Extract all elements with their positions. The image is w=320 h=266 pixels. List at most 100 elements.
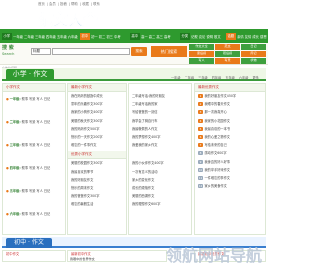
list-item[interactable]: 美丽的秋天作文300字 — [68, 117, 126, 125]
list-item[interactable]: 写给爸爸的一封信 — [129, 108, 191, 116]
section-tab[interactable]: 更多 — [252, 76, 258, 80]
list-item[interactable]: 童年的乐趣作文300字 — [68, 100, 126, 108]
ranking-item[interactable]: 7 写给未来的自己 — [195, 141, 265, 149]
grade-row[interactable]: ●四年级: 叙事 写景 写人 日记 — [3, 164, 65, 187]
nav-group-middle[interactable]: 初中 初一 初二 初三 中考 — [80, 30, 121, 42]
category-link[interactable]: 周记 — [241, 51, 266, 57]
ranking-item[interactable]: 10 我的拿手好戏作文 — [195, 166, 265, 174]
top-link[interactable]: 会员 — [49, 2, 56, 6]
list-item[interactable]: 我家的小狗作文400字 — [68, 108, 126, 116]
top-link[interactable]: 联系 — [93, 2, 100, 6]
category-link[interactable]: 观后感 — [215, 51, 240, 57]
nav-links[interactable]: 记叙 议论 说明 散文 — [191, 34, 221, 39]
list-item[interactable]: 我的理想作文600字 — [129, 200, 191, 208]
top-link[interactable]: 首页 — [38, 2, 45, 6]
grade-name[interactable]: 五年级: — [10, 189, 21, 193]
category-link[interactable]: 日记 — [241, 44, 266, 50]
list-item[interactable]: 一次有意义的活动 — [129, 168, 191, 176]
list-item[interactable]: 我最敬佩的人作文 — [129, 125, 191, 133]
section-tab[interactable]: 二年级 — [185, 76, 195, 80]
section-tab[interactable]: 三年级 — [198, 76, 208, 80]
grade-name[interactable]: 三年级: — [10, 143, 21, 147]
ranking-item[interactable]: 3 那一次我真开心 — [195, 108, 265, 116]
list-item[interactable]: 快乐的周末作文 — [68, 184, 126, 192]
section-tab[interactable]: 六年级 — [239, 76, 249, 80]
ranking-title[interactable]: 那一次我真开心 — [205, 110, 227, 114]
list-item[interactable]: 我的妈妈作文500字 — [68, 125, 126, 133]
grade-name[interactable]: 二年级: — [10, 120, 21, 124]
category-link[interactable]: 范文 — [215, 44, 240, 50]
grade-links[interactable]: 叙事 写景 写人 日记 — [22, 212, 51, 216]
grade-links[interactable]: 叙事 写景 写人 日记 — [22, 120, 51, 124]
ranking-title[interactable]: 我最喜欢的一本书 — [205, 127, 231, 131]
list-item[interactable]: 成长的烦恼作文 — [129, 184, 191, 192]
grade-links[interactable]: 叙事 写景 写人 日记 — [22, 166, 51, 170]
search-type-select[interactable]: 标题 — [31, 48, 51, 55]
grade-name[interactable]: 一年级: — [10, 97, 21, 101]
ranking-title[interactable]: 我眼中的春天作文 — [205, 102, 231, 106]
nav-group-type[interactable]: 分类 记叙 议论 说明 散文 — [180, 30, 221, 42]
ranking-title[interactable]: 我的好朋友作文450字 — [205, 94, 237, 98]
section-tab[interactable]: 四年级 — [212, 76, 222, 80]
grade-links[interactable]: 叙事 写景 写人 日记 — [22, 143, 51, 147]
section-tab[interactable]: 一年级 — [171, 76, 181, 80]
ranking-title[interactable]: 我的心爱之物作文 — [205, 135, 231, 139]
list-item[interactable]: 我学会了骑自行车 — [129, 117, 191, 125]
list-item[interactable]: 难忘的暑假生活 — [68, 200, 126, 208]
category-link[interactable]: 状物 — [241, 58, 266, 64]
nav-links[interactable]: 高一 高二 高三 高考 — [141, 34, 171, 39]
ranking-item[interactable]: 9 我身边的好人好事 — [195, 158, 265, 166]
ranking-title[interactable]: 感动作文600字 — [205, 151, 227, 155]
list-item[interactable]: 我爱我的家乡作文 — [129, 141, 191, 149]
list-item[interactable]: 快乐的一天作文200字 — [68, 133, 126, 141]
nav-links[interactable]: 初一 初二 初三 中考 — [91, 34, 121, 39]
ranking-title[interactable]: 我身边的好人好事 — [205, 160, 231, 164]
grade-row[interactable]: ●六年级: 叙事 写景 写人 日记 — [3, 210, 65, 233]
grade-row[interactable]: ●二年级: 叙事 写景 写人 日记 — [3, 118, 65, 141]
grade-row[interactable]: ●一年级: 叙事 写景 写人 日记 — [3, 95, 65, 118]
ranking-title[interactable]: 我的拿手好戏作文 — [205, 168, 231, 172]
grade-links[interactable]: 叙事 写景 写人 日记 — [22, 97, 51, 101]
list-item[interactable]: 我的小伙伴作文400字 — [129, 159, 191, 167]
search-input[interactable] — [52, 48, 130, 55]
ranking-item[interactable]: 2 我眼中的春天作文 — [195, 100, 265, 108]
ranking-item[interactable]: 4 我家的小花园作文 — [195, 117, 265, 125]
category-link[interactable]: 作文大全 — [189, 44, 214, 50]
list-item[interactable]: 二年级写话我的家 — [129, 100, 191, 108]
category-link[interactable]: 读后感 — [189, 51, 214, 57]
list-item[interactable]: 美丽的校园作文300字 — [68, 159, 126, 167]
list-item[interactable]: 我在妈妈的鼓励中成长 — [68, 92, 126, 100]
hot-search-button[interactable]: 热门搜索 — [151, 46, 187, 57]
ranking-item[interactable]: 5 我最喜欢的一本书 — [195, 125, 265, 133]
top-link[interactable]: 收藏 — [82, 2, 89, 6]
grade-row[interactable]: ●三年级: 叙事 写景 写人 日记 — [3, 141, 65, 164]
list-item[interactable]: 我的爸爸作文300字 — [68, 192, 126, 200]
ranking-title[interactable]: 写给未来的自己 — [205, 143, 227, 147]
list-item[interactable]: 我眼中的世界作文 — [70, 256, 95, 261]
list-item[interactable]: 家乡的变化作文 — [129, 176, 191, 184]
nav-group-primary[interactable]: 小学 一年级 二年级 三年级 四年级 五年级 六年级 — [2, 30, 78, 42]
ranking-item[interactable]: 12 家乡的美食作文 — [195, 182, 265, 190]
nav-group-topic[interactable]: 话题 亲情 友情 成长 感恩 — [226, 30, 267, 42]
list-item[interactable]: 二年级写话:我的好朋友 — [129, 92, 191, 100]
category-link[interactable]: 写人 — [189, 58, 214, 64]
nav-links[interactable]: 亲情 友情 成长 感恩 — [237, 34, 267, 39]
ranking-title[interactable]: 一件难忘的事作文 — [205, 176, 231, 180]
list-item[interactable]: 美丽的西湖作文 — [129, 192, 191, 200]
ranking-title[interactable]: 家乡的美食作文 — [205, 184, 227, 188]
grade-name[interactable]: 六年级: — [10, 212, 21, 216]
list-item[interactable]: 我的梦想作文400字 — [129, 133, 191, 141]
top-link[interactable]: 投稿 — [60, 2, 67, 6]
nav-group-high[interactable]: 高中 高一 高二 高三 高考 — [130, 30, 171, 42]
grade-name[interactable]: 四年级: — [10, 166, 21, 170]
nav-links[interactable]: 一年级 二年级 三年级 四年级 五年级 六年级 — [13, 34, 78, 39]
search-button[interactable]: 搜索 — [131, 47, 147, 56]
site-logo[interactable]: 范文大全 — [36, 8, 98, 30]
list-item[interactable]: 我的好朋友作文 — [68, 176, 126, 184]
section-tab[interactable]: 五年级 — [225, 76, 235, 80]
ranking-title[interactable]: 我家的小花园作文 — [205, 119, 231, 123]
top-link[interactable]: 帮助 — [71, 2, 78, 6]
list-item[interactable]: 我最喜欢的季节 — [68, 168, 126, 176]
category-link[interactable]: 写景 — [215, 58, 240, 64]
ranking-item[interactable]: 11 一件难忘的事作文 — [195, 174, 265, 182]
